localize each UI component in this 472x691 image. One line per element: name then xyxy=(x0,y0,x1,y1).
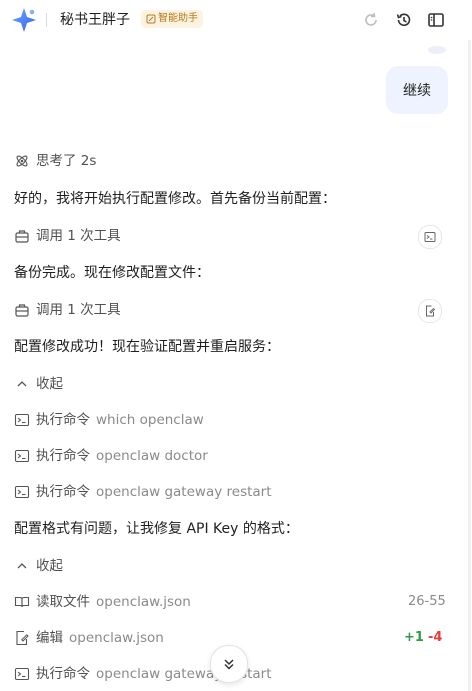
collapse-toggle-1[interactable]: 收起 xyxy=(14,374,63,394)
app-logo-icon xyxy=(12,8,36,32)
tool-call-label: 调用 1 次工具 xyxy=(36,228,121,244)
lines-removed: -4 xyxy=(427,630,443,645)
collapse-toggle-2[interactable]: 收起 xyxy=(14,556,63,576)
sidebar-icon xyxy=(428,13,444,27)
chat-window: 秘书王胖子 智能助手 继续 思考了 2s 好的，我将开始执行配置修改。首先备份当… xyxy=(0,0,472,691)
command-action: 执行命令 xyxy=(36,412,90,428)
command-item[interactable]: 执行命令 which openclaw xyxy=(14,410,204,430)
collapse-label: 收起 xyxy=(36,558,63,574)
double-chevron-down-icon xyxy=(224,659,234,670)
lines-added: +1 xyxy=(404,630,424,645)
history-icon xyxy=(396,13,411,27)
edit-file-item[interactable]: 编辑 openclaw.json xyxy=(14,628,164,648)
assistant-text-4: 配置格式有问题，让我修复 API Key 的格式： xyxy=(14,521,299,537)
command-target: openclaw doctor xyxy=(96,448,208,464)
terminal-icon xyxy=(424,232,436,242)
command-action: 执行命令 xyxy=(36,666,90,682)
thinking-label: 思考了 2s xyxy=(36,153,97,169)
collapse-label: 收起 xyxy=(36,376,63,392)
toolbox-icon xyxy=(14,228,30,244)
command-action: 执行命令 xyxy=(36,448,90,464)
edit-badge-icon xyxy=(146,14,156,24)
terminal-icon xyxy=(14,666,30,682)
command-target: which openclaw xyxy=(96,412,204,428)
scroll-to-bottom-button[interactable] xyxy=(210,645,248,683)
command-target: openclaw.json xyxy=(69,630,164,646)
atom-icon xyxy=(14,153,30,169)
read-file-item[interactable]: 读取文件 openclaw.json xyxy=(14,592,191,612)
terminal-view-button[interactable] xyxy=(418,225,442,249)
decorative-cloud-icon xyxy=(428,46,446,54)
refresh-icon xyxy=(365,12,377,26)
terminal-icon xyxy=(14,484,30,500)
terminal-icon xyxy=(14,412,30,428)
command-target: openclaw.json xyxy=(96,594,191,610)
file-edit-icon xyxy=(426,305,436,317)
header-divider xyxy=(46,13,47,27)
tool-call-1[interactable]: 调用 1 次工具 xyxy=(14,226,121,246)
header: 秘书王胖子 智能助手 xyxy=(0,0,472,40)
command-action: 读取文件 xyxy=(36,594,90,610)
assistant-text-2: 备份完成。现在修改配置文件： xyxy=(14,265,210,281)
command-target: openclaw gateway restart xyxy=(96,484,272,500)
tool-call-label: 调用 1 次工具 xyxy=(36,302,121,318)
command-action: 编辑 xyxy=(36,630,63,646)
toggle-sidebar-button[interactable] xyxy=(424,8,448,32)
user-message-text: 继续 xyxy=(403,83,431,99)
refresh-button[interactable] xyxy=(359,8,383,32)
command-item[interactable]: 执行命令 openclaw doctor xyxy=(14,446,208,466)
file-edit-icon xyxy=(14,630,30,646)
command-action: 执行命令 xyxy=(36,484,90,500)
tool-call-2[interactable]: 调用 1 次工具 xyxy=(14,300,121,320)
app-title: 秘书王胖子 xyxy=(60,12,130,28)
terminal-icon xyxy=(14,448,30,464)
line-range: 26-55 xyxy=(408,594,446,609)
command-item[interactable]: 执行命令 openclaw gateway restart xyxy=(14,482,272,502)
user-message-bubble: 继续 xyxy=(386,66,448,114)
chevron-up-icon xyxy=(14,376,30,392)
thinking-toggle[interactable]: 思考了 2s xyxy=(14,151,96,171)
scrollbar[interactable] xyxy=(468,40,471,691)
assistant-badge: 智能助手 xyxy=(141,10,203,28)
book-icon xyxy=(14,594,30,610)
chevron-up-icon xyxy=(14,558,30,574)
diff-stats: +1 -4 xyxy=(404,628,442,648)
edit-file-view-button[interactable] xyxy=(418,299,442,323)
assistant-text-3: 配置修改成功！现在验证配置并重启服务： xyxy=(14,339,280,355)
toolbox-icon xyxy=(14,302,30,318)
badge-label: 智能助手 xyxy=(158,13,198,24)
assistant-text-1: 好的，我将开始执行配置修改。首先备份当前配置： xyxy=(14,191,336,207)
history-button[interactable] xyxy=(392,8,416,32)
